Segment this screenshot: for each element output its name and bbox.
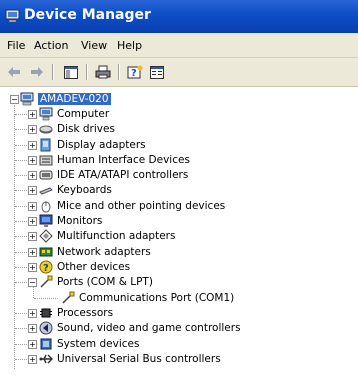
tree-item[interactable]: Keyboards bbox=[39, 182, 112, 198]
tree-item[interactable]: IDE ATA/ATAPI controllers bbox=[39, 167, 188, 183]
display-adapter-icon bbox=[40, 138, 51, 152]
expand-toggle[interactable]: + bbox=[28, 324, 37, 333]
hid-icon bbox=[39, 155, 53, 166]
expand-toggle[interactable]: + bbox=[28, 186, 37, 195]
expand-toggle[interactable]: + bbox=[28, 156, 37, 165]
device-tree[interactable]: − AMADEV-020 + Computer + Disk drives + Displ… bbox=[0, 87, 358, 376]
tree-item[interactable]: ? Other devices bbox=[39, 259, 130, 275]
tree-item[interactable]: Processors bbox=[39, 305, 113, 321]
expand-toggle[interactable]: + bbox=[28, 217, 37, 226]
expand-toggle[interactable]: + bbox=[28, 171, 37, 180]
tree-item[interactable]: Network adapters bbox=[39, 244, 151, 260]
menu-action[interactable]: Action bbox=[34, 39, 68, 52]
network-adapter-icon bbox=[39, 247, 53, 257]
tree-item-label: Other devices bbox=[57, 261, 131, 273]
expand-toggle[interactable]: + bbox=[28, 141, 37, 150]
tree-item[interactable]: Computer bbox=[39, 106, 109, 122]
expand-toggle[interactable]: − bbox=[28, 278, 37, 287]
tree-root[interactable]: AMADEV-020 bbox=[20, 91, 111, 107]
usb-icon bbox=[39, 354, 53, 364]
tree-child-label: Communications Port (COM1) bbox=[79, 292, 235, 304]
multifunction-icon bbox=[39, 229, 53, 243]
svg-text:?: ? bbox=[131, 68, 137, 79]
tree-item-label: Computer bbox=[57, 108, 110, 120]
tree-item-label: Monitors bbox=[57, 215, 103, 227]
expand-toggle[interactable]: + bbox=[28, 110, 37, 119]
tree-item-label: Human Interface Devices bbox=[57, 154, 190, 166]
tree-item-label: IDE ATA/ATAPI controllers bbox=[57, 169, 189, 181]
tree-item[interactable]: Ports (COM & LPT) bbox=[39, 274, 153, 290]
expand-toggle[interactable]: + bbox=[28, 248, 37, 257]
menu-bar: File Action View Help bbox=[0, 33, 358, 58]
tree-item[interactable]: Display adapters bbox=[39, 137, 146, 153]
expand-toggle[interactable]: + bbox=[28, 355, 37, 364]
monitor-icon bbox=[39, 214, 53, 227]
computer-icon bbox=[20, 92, 34, 106]
tree-item-label: Universal Serial Bus controllers bbox=[57, 353, 221, 365]
tree-item[interactable]: Disk drives bbox=[39, 121, 115, 137]
root-collapse-toggle[interactable]: − bbox=[10, 95, 19, 104]
tree-item[interactable]: Universal Serial Bus controllers bbox=[39, 351, 221, 367]
tree-item[interactable]: Mice and other pointing devices bbox=[39, 198, 225, 214]
tree-root-label: AMADEV-020 bbox=[38, 93, 111, 105]
mouse-icon bbox=[41, 201, 51, 213]
window-title: Device Manager bbox=[24, 7, 151, 23]
menu-help[interactable]: Help bbox=[117, 39, 142, 52]
port-icon bbox=[40, 275, 53, 288]
menu-view[interactable]: View bbox=[81, 39, 107, 52]
expand-toggle[interactable]: + bbox=[28, 263, 37, 272]
menu-file[interactable]: File bbox=[7, 39, 25, 52]
print-icon[interactable] bbox=[94, 63, 112, 81]
ide-controller-icon bbox=[39, 170, 53, 180]
tree-child-item[interactable]: Communications Port (COM1) bbox=[61, 290, 234, 306]
tree-item-label: Keyboards bbox=[57, 184, 112, 196]
tree-item[interactable]: Multifunction adapters bbox=[39, 228, 175, 244]
tree-item-label: Multifunction adapters bbox=[57, 230, 176, 242]
unknown-device-icon: ? bbox=[39, 260, 53, 274]
toolbar: ? bbox=[0, 58, 358, 87]
system-device-icon bbox=[40, 338, 52, 350]
expand-toggle[interactable]: + bbox=[28, 309, 37, 318]
expand-toggle[interactable]: + bbox=[28, 125, 37, 134]
tree-item-label: Processors bbox=[57, 307, 114, 319]
disk-drive-icon bbox=[39, 125, 53, 134]
properties-icon[interactable] bbox=[148, 63, 166, 81]
expand-toggle[interactable]: + bbox=[28, 202, 37, 211]
expand-toggle[interactable]: + bbox=[28, 340, 37, 349]
tree-item[interactable]: System devices bbox=[39, 336, 139, 352]
expand-toggle[interactable]: + bbox=[28, 232, 37, 241]
forward-arrow-icon[interactable] bbox=[28, 63, 46, 81]
sound-icon bbox=[39, 321, 53, 335]
tree-item[interactable]: Human Interface Devices bbox=[39, 152, 190, 168]
console-tree-icon[interactable] bbox=[62, 63, 80, 81]
tree-item[interactable]: Sound, video and game controllers bbox=[39, 320, 241, 336]
tree-item-label: Ports (COM & LPT) bbox=[57, 276, 153, 288]
port-icon bbox=[62, 291, 75, 304]
device-manager-icon bbox=[5, 9, 20, 23]
tree-item-label: Display adapters bbox=[57, 139, 146, 151]
computer-icon bbox=[39, 107, 53, 121]
processor-icon bbox=[40, 308, 52, 318]
back-arrow-icon[interactable] bbox=[5, 63, 23, 81]
tree-item-label: Network adapters bbox=[57, 246, 151, 258]
tree-item[interactable]: Monitors bbox=[39, 213, 102, 229]
tree-item-label: System devices bbox=[57, 338, 140, 350]
help-icon[interactable]: ? bbox=[126, 63, 144, 81]
tree-item-label: Disk drives bbox=[57, 123, 115, 135]
svg-text:?: ? bbox=[43, 263, 49, 274]
title-bar[interactable]: Device Manager bbox=[0, 0, 358, 33]
keyboard-icon bbox=[39, 187, 53, 195]
tree-item-label: Mice and other pointing devices bbox=[57, 200, 226, 212]
tree-item-label: Sound, video and game controllers bbox=[57, 322, 241, 334]
